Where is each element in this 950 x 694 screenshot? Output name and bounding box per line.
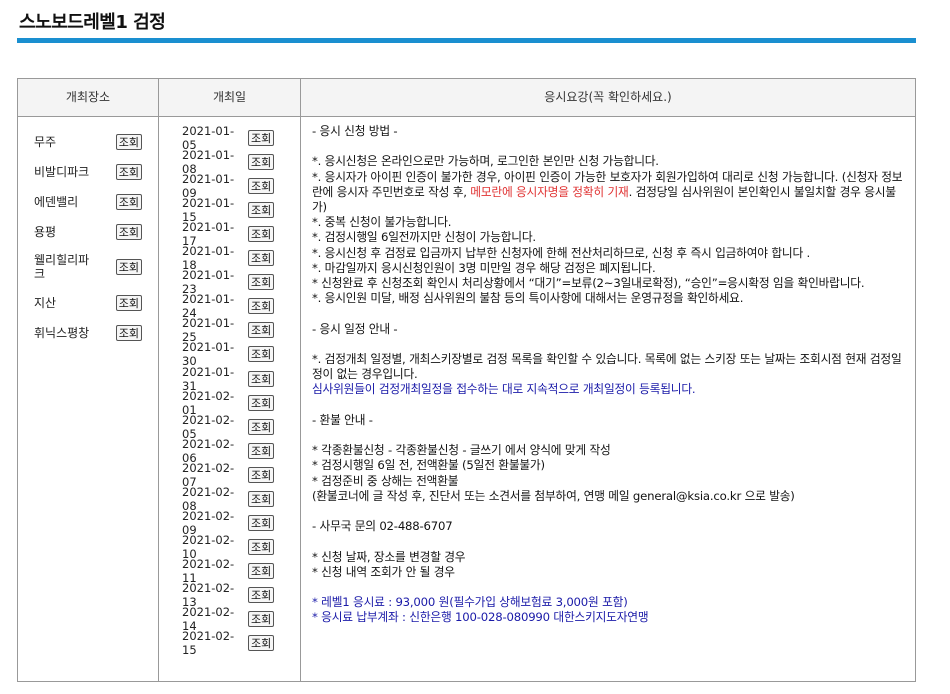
venue-item: 용평 조회 [34,224,142,240]
schedule-notice: 심사위원들이 검정개최일정을 접수하는 대로 지속적으로 개최일정이 등록됩니다… [312,382,696,397]
venue-lookup-button[interactable]: 조회 [115,164,142,180]
date-item: 2021-01-30 조회 [182,340,275,368]
date-lookup-button[interactable]: 조회 [248,130,275,146]
date-lookup-button[interactable]: 조회 [248,346,275,363]
guide-line: * 검정시행일 6일 전, 전액환불 (5일전 환불불가) [312,458,545,473]
date-lookup-button[interactable]: 조회 [248,562,275,579]
exam-guide: - 응시 신청 방법 - *. 응시신청은 온라인으로만 가능하며, 로그인한 … [312,124,905,626]
guide-line: (환불코너에 글 작성 후, 진단서 또는 소견서를 첨부하여, 연맹 메일 g… [312,488,795,503]
venue-name: 용평 [34,225,57,239]
venue-lookup-button[interactable]: 조회 [115,194,142,210]
venue-item: 무주 조회 [34,134,142,150]
guide-line: *. 응시신청 후 검정료 입금까지 납부한 신청자에 한해 전산처리하므로, … [312,245,811,260]
guide-line: *. 마감일까지 응시신청인원이 3명 미만일 경우 해당 검정은 폐지됩니다. [312,260,656,275]
venue-name: 무주 [34,135,57,149]
column-divider [300,79,301,681]
title-underline [17,38,916,43]
date-item: 2021-02-07 조회 [182,461,275,489]
guide-line: * 신청 날짜, 장소를 변경할 경우 [312,549,466,564]
date-item: 2021-02-13 조회 [182,581,275,609]
memo-warning: 메모란에 응시자명을 정확히 기재 [470,184,629,199]
guide-line: *. 검정시행일 6일전까지만 신청이 가능합니다. [312,230,536,245]
date-lookup-button[interactable]: 조회 [248,322,275,339]
exam-schedule-table: 개최장소 개최일 응시요강(꼭 확인하세요.) 무주 조회 비발디파크 조회 에… [17,78,916,682]
apply-heading: - 응시 신청 방법 - [312,124,398,138]
guide-line: *. 응시신청은 온라인으로만 가능하며, 로그인한 본인만 신청 가능합니다. [312,154,659,169]
guide-line: *. 중복 신청이 불가능합니다. [312,215,452,230]
page-title: 스노보드레벨1 검정 [19,12,166,33]
header-guide: 응시요강(꼭 확인하세요.) [301,79,915,117]
date-lookup-button[interactable]: 조회 [248,514,275,531]
date-item: 2021-02-05 조회 [182,413,275,441]
date-item: 2021-02-08 조회 [182,485,275,513]
date-item: 2021-02-06 조회 [182,437,275,465]
venue-item: 에덴밸리 조회 [34,194,142,210]
date-lookup-button[interactable]: 조회 [248,178,275,195]
date-lookup-button[interactable]: 조회 [248,226,275,243]
office-contact: - 사무국 문의 02-488-6707 [312,519,453,534]
guide-line: * 각종환불신청 - 각종환불신청 - 글쓰기 에서 양식에 맞게 작성 [312,443,611,458]
schedule-heading: - 응시 일정 안내 - [312,321,398,336]
account-info: * 응시료 납부계좌 : 신한은행 100-028-080990 대한스키지도자… [312,610,649,625]
fee-info: * 레벨1 응시료 : 93,000 원(필수가입 상해보험료 3,000원 포… [312,595,628,610]
date-item: 2021-02-10 조회 [182,533,275,561]
date-lookup-button[interactable]: 조회 [248,635,275,652]
guide-line: * 검정준비 중 상해는 전액환불 [312,473,459,488]
date-item: 2021-01-31 조회 [182,365,275,393]
date-item: 2021-01-24 조회 [182,292,275,320]
venue-item: 지산 조회 [34,295,142,311]
date-lookup-button[interactable]: 조회 [248,586,275,603]
date-lookup-button[interactable]: 조회 [248,538,275,555]
date-item: 2021-01-18 조회 [182,244,275,272]
date-lookup-button[interactable]: 조회 [248,418,275,435]
venue-item: 휘닉스평창 조회 [34,325,142,341]
date-lookup-button[interactable]: 조회 [248,298,275,315]
date-item: 2021-01-08 조회 [182,148,275,176]
date-lookup-button[interactable]: 조회 [248,370,275,387]
header-venue: 개최장소 [18,79,158,117]
date-lookup-button[interactable]: 조회 [248,394,275,411]
date-lookup-button[interactable]: 조회 [248,250,275,267]
date-item: 2021-01-09 조회 [182,172,275,200]
guide-line: * 신청완료 후 신청조회 확인시 처리상황에서 “대기”=보류(2~3일내로확… [312,276,865,291]
date-item: 2021-02-11 조회 [182,557,275,585]
venue-name: 웰리힐리파크 [34,253,90,281]
venue-item: 비발디파크 조회 [34,164,142,180]
guide-line: *. 응시인원 미달, 배정 심사위원의 불참 등의 특이사항에 대해서는 운영… [312,291,744,306]
date-item: 2021-01-25 조회 [182,316,275,344]
date-item: 2021-01-23 조회 [182,268,275,296]
guide-line: *. 검정개최 일정별, 개최스키장별로 검정 목록을 확인할 수 있습니다. … [312,352,902,382]
date-item: 2021-01-17 조회 [182,220,275,248]
date-item: 2021-02-01 조회 [182,389,275,417]
venue-lookup-button[interactable]: 조회 [115,325,142,341]
date-lookup-button[interactable]: 조회 [248,466,275,483]
date-item: 2021-02-14 조회 [182,605,275,633]
venue-item: 웰리힐리파크 조회 [34,253,142,281]
venue-lookup-button[interactable]: 조회 [115,259,142,275]
venue-lookup-button[interactable]: 조회 [115,134,142,150]
guide-line: * 신청 내역 조회가 안 될 경우 [312,564,455,579]
venue-name: 비발디파크 [34,165,90,179]
venue-lookup-button[interactable]: 조회 [115,224,142,240]
date-item: 2021-02-15 조회 [182,629,275,657]
date-item: 2021-01-05 조회 [182,124,275,152]
venue-name: 에덴밸리 [34,195,79,209]
venue-name: 휘닉스평창 [34,326,90,340]
venue-name: 지산 [34,296,57,310]
date-lookup-button[interactable]: 조회 [248,274,275,291]
date-item: 2021-02-09 조회 [182,509,275,537]
guide-line: *. 응시자가 아이핀 인증이 불가한 경우, 아이핀 인증이 가능한 보호자가… [312,169,903,214]
date-lookup-button[interactable]: 조회 [248,490,275,507]
header-date: 개최일 [159,79,300,117]
refund-heading: - 환불 안내 - [312,412,373,427]
date-lookup-button[interactable]: 조회 [248,202,275,219]
date-lookup-button[interactable]: 조회 [248,154,275,171]
venue-lookup-button[interactable]: 조회 [115,295,142,311]
column-divider [158,79,159,681]
date-lookup-button[interactable]: 조회 [248,611,275,627]
date-item: 2021-01-15 조회 [182,196,275,224]
date-lookup-button[interactable]: 조회 [248,442,275,459]
exam-date: 2021-02-15 [182,629,235,658]
